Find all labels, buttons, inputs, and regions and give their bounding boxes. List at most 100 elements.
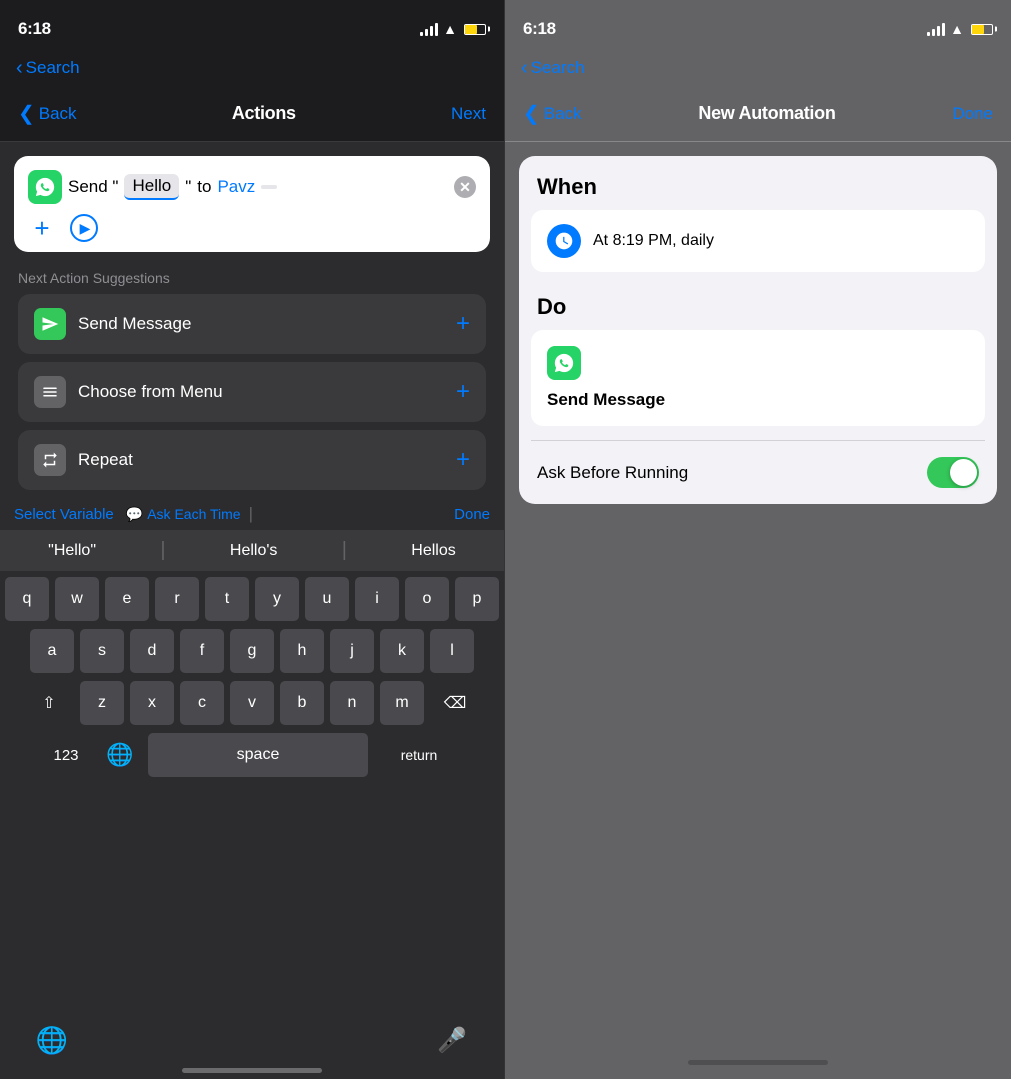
select-variable-button[interactable]: Select Variable bbox=[14, 506, 114, 523]
key-q[interactable]: q bbox=[5, 577, 49, 621]
right-nav-title: New Automation bbox=[698, 103, 835, 124]
autocomplete-item-0[interactable]: "Hello" bbox=[48, 542, 96, 560]
key-n[interactable]: n bbox=[330, 681, 374, 725]
do-header: Do bbox=[519, 286, 997, 330]
key-m[interactable]: m bbox=[380, 681, 424, 725]
left-back-button[interactable]: ❮ Back bbox=[18, 101, 77, 126]
right-back-button[interactable]: ❮ Back bbox=[523, 101, 582, 126]
left-phone-panel: 6:18 ▲ ‹ Search ❮ Back Actions Next bbox=[0, 0, 505, 1079]
suggestion-choose-add-icon[interactable]: + bbox=[456, 378, 470, 406]
send-message-icon bbox=[34, 308, 66, 340]
action-quote-close: " bbox=[185, 177, 191, 197]
keyboard-done-button[interactable]: Done bbox=[454, 506, 490, 523]
left-nav-back-label: Back bbox=[39, 104, 77, 124]
keyboard-row-1: q w e r t y u i o p bbox=[4, 577, 500, 621]
clock-icon bbox=[547, 224, 581, 258]
key-k[interactable]: k bbox=[380, 629, 424, 673]
suggestions-section: Next Action Suggestions Send Message + C… bbox=[0, 252, 504, 498]
action-recipient-text[interactable]: Pavz bbox=[217, 177, 255, 197]
when-header: When bbox=[519, 156, 997, 210]
right-main-content: When At 8:19 PM, daily Do Send Message bbox=[505, 142, 1011, 1060]
autocomplete-row: "Hello" | Hello's | Hellos bbox=[0, 530, 504, 571]
choose-menu-icon bbox=[34, 376, 66, 408]
key-f[interactable]: f bbox=[180, 629, 224, 673]
key-d[interactable]: d bbox=[130, 629, 174, 673]
key-t[interactable]: t bbox=[205, 577, 249, 621]
right-search-bar: ‹ Search bbox=[505, 50, 1011, 86]
key-y[interactable]: y bbox=[255, 577, 299, 621]
autocomplete-item-2[interactable]: Hellos bbox=[411, 542, 455, 560]
key-p[interactable]: p bbox=[455, 577, 499, 621]
play-icon: ▶ bbox=[80, 220, 91, 237]
globe-bottom-icon[interactable]: 🌐 bbox=[30, 1018, 74, 1062]
do-item[interactable]: Send Message bbox=[531, 330, 985, 426]
right-search-chevron-icon: ‹ bbox=[521, 57, 528, 80]
do-action-label: Send Message bbox=[547, 390, 665, 410]
right-nav-bar: ❮ Back New Automation Done bbox=[505, 86, 1011, 142]
left-search-bar: ‹ Search bbox=[0, 50, 504, 86]
key-globe-icon[interactable]: 🌐 bbox=[98, 733, 142, 777]
signal-icon bbox=[420, 23, 438, 36]
key-numbers[interactable]: 123 bbox=[40, 733, 92, 777]
key-shift[interactable]: ⇧ bbox=[24, 681, 74, 725]
when-item[interactable]: At 8:19 PM, daily bbox=[531, 210, 985, 272]
key-e[interactable]: e bbox=[105, 577, 149, 621]
left-time: 6:18 bbox=[18, 19, 51, 39]
left-next-button[interactable]: Next bbox=[451, 104, 486, 124]
key-backspace[interactable]: ⌫ bbox=[430, 681, 480, 725]
key-i[interactable]: i bbox=[355, 577, 399, 621]
keyboard-toolbar: Select Variable 💬 Ask Each Time | Done bbox=[0, 498, 504, 530]
suggestion-repeat[interactable]: Repeat + bbox=[18, 430, 486, 490]
right-search-back[interactable]: ‹ Search bbox=[521, 57, 585, 80]
key-z[interactable]: z bbox=[80, 681, 124, 725]
key-space[interactable]: space bbox=[148, 733, 368, 777]
left-search-chevron-icon: ‹ bbox=[16, 57, 23, 80]
key-g[interactable]: g bbox=[230, 629, 274, 673]
key-c[interactable]: c bbox=[180, 681, 224, 725]
suggestion-choose-menu[interactable]: Choose from Menu + bbox=[18, 362, 486, 422]
key-r[interactable]: r bbox=[155, 577, 199, 621]
ask-toggle[interactable] bbox=[927, 457, 979, 488]
suggestion-repeat-label: Repeat bbox=[78, 450, 444, 470]
repeat-icon bbox=[34, 444, 66, 476]
keyboard-row-bottom: 123 🌐 space return bbox=[4, 733, 500, 777]
action-clear-button[interactable]: ✕ bbox=[454, 176, 476, 198]
right-nav-chevron-icon: ❮ bbox=[523, 101, 540, 126]
whatsapp-svg bbox=[34, 176, 56, 198]
key-return[interactable]: return bbox=[374, 733, 464, 777]
right-done-button[interactable]: Done bbox=[952, 104, 993, 124]
key-j[interactable]: j bbox=[330, 629, 374, 673]
right-phone-panel: 6:18 ▲ ‹ Search ❮ Back New Automation D bbox=[505, 0, 1011, 1079]
suggestions-label: Next Action Suggestions bbox=[18, 270, 486, 286]
action-run-button[interactable]: ▶ bbox=[70, 214, 98, 242]
suggestion-add-icon[interactable]: + bbox=[456, 310, 470, 338]
action-controls: + ▶ bbox=[28, 214, 476, 242]
right-status-icons: ▲ bbox=[927, 21, 993, 37]
key-b[interactable]: b bbox=[280, 681, 324, 725]
autocomplete-item-1[interactable]: Hello's bbox=[230, 542, 278, 560]
mic-icon[interactable]: 🎤 bbox=[430, 1018, 474, 1062]
key-h[interactable]: h bbox=[280, 629, 324, 673]
key-o[interactable]: o bbox=[405, 577, 449, 621]
left-main-content: Send " Hello " to Pavz ✕ + ▶ Nex bbox=[0, 142, 504, 1079]
left-nav-chevron-icon: ❮ bbox=[18, 101, 35, 126]
key-w[interactable]: w bbox=[55, 577, 99, 621]
key-a[interactable]: a bbox=[30, 629, 74, 673]
key-l[interactable]: l bbox=[430, 629, 474, 673]
key-v[interactable]: v bbox=[230, 681, 274, 725]
action-add-button[interactable]: + bbox=[28, 214, 56, 242]
key-u[interactable]: u bbox=[305, 577, 349, 621]
suggestion-repeat-add-icon[interactable]: + bbox=[456, 446, 470, 474]
key-s[interactable]: s bbox=[80, 629, 124, 673]
action-to-text: to bbox=[197, 177, 211, 197]
left-search-back-text: Search bbox=[26, 58, 80, 78]
left-search-back[interactable]: ‹ Search bbox=[16, 57, 80, 80]
ask-each-time-button[interactable]: 💬 Ask Each Time bbox=[126, 506, 241, 523]
plus-icon: + bbox=[34, 213, 49, 244]
action-row: Send " Hello " to Pavz ✕ bbox=[28, 170, 476, 204]
action-hello-input[interactable]: Hello bbox=[124, 174, 179, 200]
keyboard-row-2: a s d f g h j k l bbox=[4, 629, 500, 673]
suggestion-send-message[interactable]: Send Message + bbox=[18, 294, 486, 354]
key-x[interactable]: x bbox=[130, 681, 174, 725]
toggle-knob bbox=[950, 459, 977, 486]
